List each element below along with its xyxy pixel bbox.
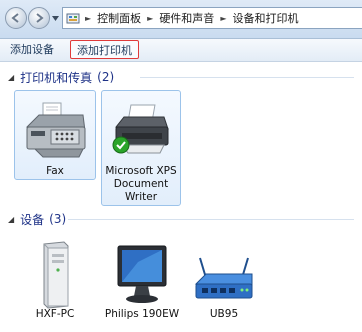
back-button[interactable] [5,7,27,29]
breadcrumb-hardware-and-sound[interactable]: 硬件和声音 [159,10,214,26]
device-label-line: Document [113,178,169,190]
devices-section-header[interactable]: ◢ 设备 (3) [8,211,66,227]
printer-icon [112,104,169,154]
device-label: Philips 190EW [104,308,180,320]
breadcrumb-devices-and-printers[interactable]: 设备和打印机 [232,10,298,26]
device-tile-xps-writer[interactable]: Microsoft XPS Document Writer [101,90,181,206]
device-label: Fax [46,165,64,177]
device-label: UB95 [209,308,239,320]
add-printer-button[interactable]: 添加打印机 [70,40,139,59]
section-count: (2) [97,70,115,84]
section-count: (3) [49,212,67,226]
device-tile-fax[interactable]: Fax [14,90,96,180]
breadcrumb-separator-icon[interactable]: ► [85,14,91,23]
computer-tower-icon [43,241,69,309]
command-toolbar: 添加设备 添加打印机 [0,39,362,62]
monitor-icon [117,245,167,303]
breadcrumb-control-panel[interactable]: 控制面板 [97,10,141,26]
control-panel-icon [66,13,80,24]
arrow-right-icon [36,13,44,23]
recent-pages-dropdown-icon[interactable] [52,16,59,21]
default-check-icon [112,136,130,154]
collapse-triangle-icon[interactable]: ◢ [8,73,14,82]
add-device-button[interactable]: 添加设备 [4,40,60,59]
arrow-left-icon [11,13,19,23]
device-label: HXF-PC [35,308,75,320]
forward-button[interactable] [28,7,50,29]
fax-icon [25,102,86,158]
breadcrumb-separator-icon[interactable]: ► [220,14,226,23]
section-divider [68,219,354,220]
address-bar[interactable]: ► 控制面板 ► 硬件和声音 ► 设备和打印机 [62,7,362,29]
printers-section-header[interactable]: ◢ 打印机和传真 (2) [8,69,114,85]
section-title: 打印机和传真 [20,70,93,85]
collapse-triangle-icon[interactable]: ◢ [8,215,14,224]
device-tile-monitor[interactable]: Philips 190EW [103,234,181,324]
section-divider [140,77,354,78]
router-icon [194,257,253,299]
device-label-line: Microsoft XPS [105,165,177,177]
device-label-line: Writer [124,191,158,203]
navigation-bar: ► 控制面板 ► 硬件和声音 ► 设备和打印机 [0,0,362,39]
section-title: 设备 [20,212,45,227]
breadcrumb: ► 控制面板 ► 硬件和声音 ► 设备和打印机 [83,8,298,28]
device-tile-router[interactable]: UB95 [186,234,262,324]
device-tile-computer[interactable]: HXF-PC [14,234,96,324]
breadcrumb-separator-icon[interactable]: ► [147,14,153,23]
